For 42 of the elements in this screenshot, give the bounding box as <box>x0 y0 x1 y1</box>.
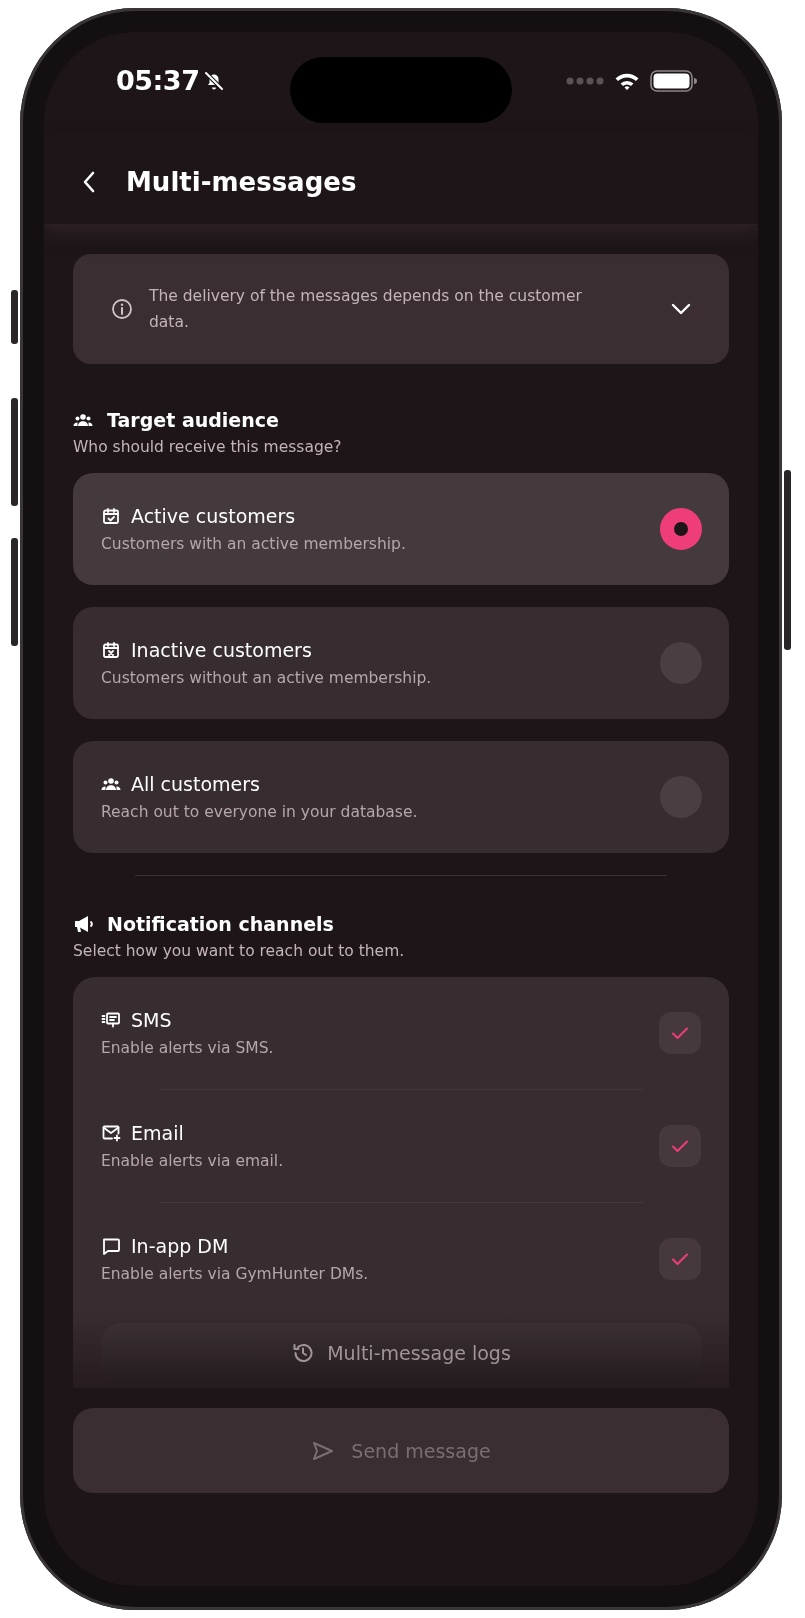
check-icon <box>670 1251 690 1267</box>
chat-bubble-icon <box>101 1236 121 1256</box>
channel-title: SMS <box>131 1008 172 1033</box>
audience-option[interactable]: Active customers Customers with an active membership. <box>73 473 729 585</box>
info-card[interactable]: The delivery of the messages depends on the customer data. <box>73 254 729 364</box>
option-title: Active customers <box>131 504 296 529</box>
check-icon <box>670 1025 690 1041</box>
channel-description: Enable alerts via email. <box>101 1151 284 1172</box>
envelope-plus-icon <box>101 1123 121 1143</box>
status-time: 05:37 <box>116 65 200 96</box>
calendar-check-icon <box>101 506 121 526</box>
option-title: All customers <box>131 772 260 797</box>
calendar-x-icon <box>101 640 121 660</box>
channel-description: Enable alerts via GymHunter DMs. <box>101 1264 369 1285</box>
section-title: Target audience <box>107 409 279 431</box>
checkbox[interactable] <box>659 1125 701 1167</box>
option-description: Customers with an active membership. <box>101 534 406 555</box>
signal-dots-icon <box>566 75 604 86</box>
message-lines-icon <box>101 1010 121 1030</box>
channel-description: Enable alerts via SMS. <box>101 1038 274 1059</box>
back-icon <box>82 169 96 194</box>
check-icon <box>670 1138 690 1154</box>
battery-icon <box>650 68 698 93</box>
megaphone-icon <box>73 914 95 934</box>
audience-option[interactable]: Inactive customers Customers without an active membership. <box>73 607 729 719</box>
channel-title: Email <box>131 1121 184 1146</box>
option-description: Customers without an active membership. <box>101 668 432 689</box>
page-title: Multi-messages <box>126 166 357 197</box>
history-icon <box>291 1341 316 1365</box>
section-title: Notification channels <box>107 913 334 935</box>
section-subtitle: Who should receive this message? <box>73 437 343 458</box>
checkbox[interactable] <box>659 1238 701 1280</box>
section-subtitle: Select how you want to reach out to them. <box>73 941 406 962</box>
checkbox[interactable] <box>659 1012 701 1054</box>
audience-option[interactable]: All customers Reach out to everyone in your database. <box>73 741 729 853</box>
option-title: Inactive customers <box>131 638 312 663</box>
send-icon <box>311 1439 336 1462</box>
radio-button[interactable] <box>660 508 702 550</box>
info-icon <box>111 298 133 320</box>
option-description: Reach out to everyone in your database. <box>101 802 418 823</box>
channel-title: In-app DM <box>131 1234 229 1259</box>
info-text: The delivery of the messages depends on the customer data. <box>149 286 583 333</box>
